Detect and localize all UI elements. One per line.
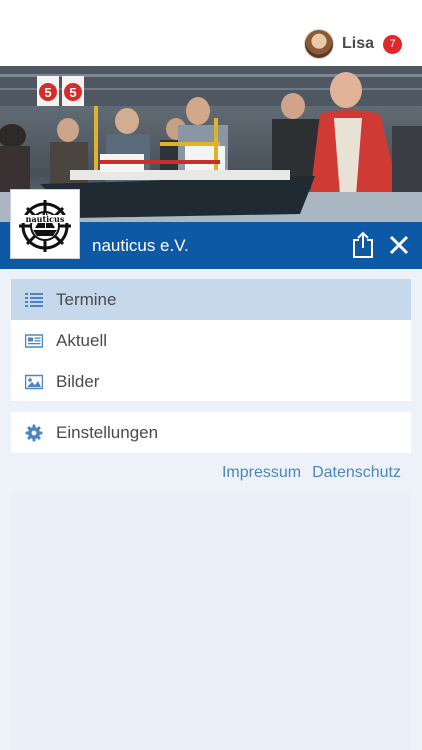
settings-panel: Einstellungen <box>11 412 411 453</box>
menu-item-bilder[interactable]: Bilder <box>11 361 411 402</box>
datenschutz-link[interactable]: Datenschutz <box>312 464 401 482</box>
user-menu[interactable]: Lisa 7 <box>303 29 402 59</box>
content-area <box>11 493 411 750</box>
menu-item-einstellungen[interactable]: Einstellungen <box>11 412 411 453</box>
impressum-link[interactable]: Impressum <box>222 464 301 482</box>
person-head <box>281 93 305 119</box>
logo-text: nauticus <box>26 214 65 224</box>
notification-badge[interactable]: 7 <box>383 34 402 54</box>
model-ship-crane <box>94 106 98 170</box>
logo-boat <box>33 230 57 236</box>
organization-logo: nauticus <box>10 189 80 259</box>
model-ship-stripe <box>100 160 220 164</box>
menu-item-aktuell[interactable]: Aktuell <box>11 320 411 361</box>
model-ship-bridge <box>185 146 225 170</box>
menu-panel: Termine Aktuell Bilder <box>11 279 411 401</box>
newspaper-icon <box>25 334 43 348</box>
user-name[interactable]: Lisa <box>342 35 374 53</box>
organization-name: nauticus e.V. <box>92 236 189 255</box>
sign-digit: 5 <box>44 85 51 100</box>
person-head <box>330 72 362 108</box>
top-bar: Lisa 7 <box>0 0 422 66</box>
sign-digit: 5 <box>69 85 76 100</box>
footer-links: Impressum Datenschutz <box>222 464 401 482</box>
menu-item-label: Einstellungen <box>56 423 159 442</box>
gear-icon <box>25 424 43 442</box>
avatar[interactable] <box>303 29 334 59</box>
menu-item-label: Aktuell <box>56 331 108 350</box>
model-ship-crane <box>160 142 220 146</box>
person-head <box>186 97 210 125</box>
person-head <box>57 118 79 142</box>
list-icon <box>25 293 43 307</box>
navigation-menu: Termine Aktuell Bilder Einstellungen Imp… <box>0 269 422 750</box>
person <box>0 124 26 148</box>
menu-item-termine[interactable]: Termine <box>11 279 411 320</box>
person-head <box>115 108 139 134</box>
menu-item-label: Bilder <box>56 372 100 391</box>
menu-item-label: Termine <box>56 290 117 309</box>
share-icon[interactable] <box>351 231 375 259</box>
ship-wheel-logo: nauticus <box>19 200 71 252</box>
close-icon[interactable] <box>388 234 410 256</box>
image-icon <box>25 374 43 390</box>
person <box>392 126 422 196</box>
